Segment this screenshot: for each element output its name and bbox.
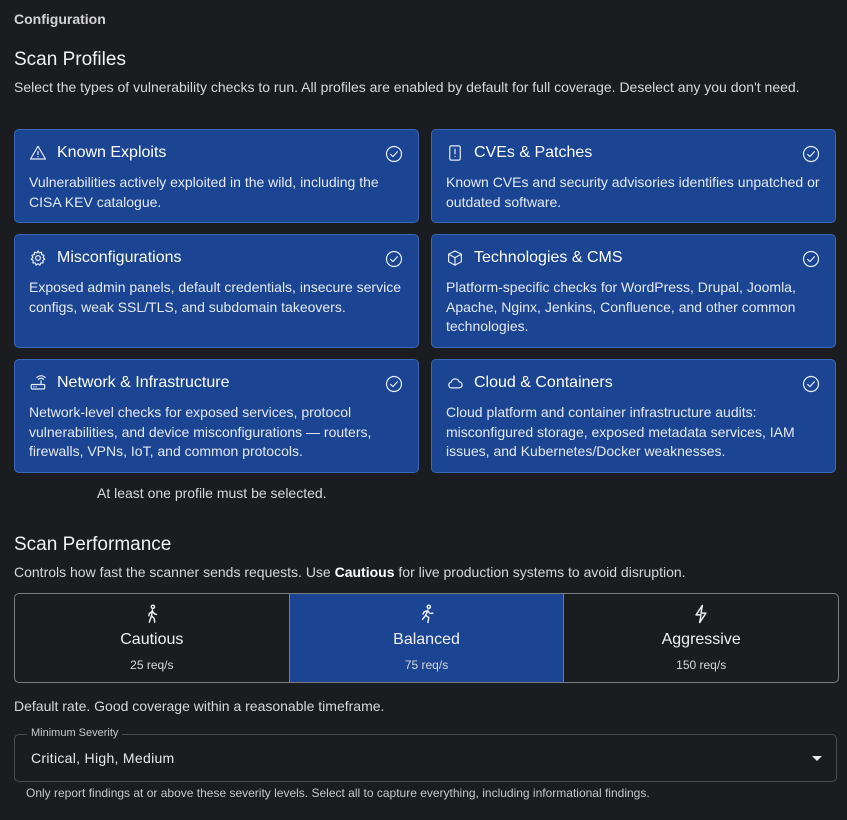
speed-description: Default rate. Good coverage within a rea… (14, 698, 385, 714)
profile-card-misconfigurations[interactable]: Misconfigurations Exposed admin panels, … (14, 234, 419, 348)
scan-performance-description: Controls how fast the scanner sends requ… (14, 564, 686, 580)
minimum-severity-value: Critical, High, Medium (31, 750, 175, 766)
profile-card-description: Network-level checks for exposed service… (29, 404, 372, 459)
profile-card-title: Known Exploits (57, 144, 167, 161)
profile-card-description: Known CVEs and security advisories ident… (446, 174, 820, 210)
check-circle-icon (802, 375, 820, 393)
speed-option-rate: 75 req/s (404, 658, 449, 672)
check-circle-icon (802, 250, 820, 268)
profile-card-known-exploits[interactable]: Known Exploits Vulnerabilities actively … (14, 129, 419, 223)
minimum-severity-help: Only report findings at or above these s… (26, 786, 650, 800)
check-circle-icon (385, 375, 403, 393)
profile-card-description: Vulnerabilities actively exploited in th… (29, 174, 379, 210)
speed-option-label: Cautious (120, 631, 184, 648)
router-icon (29, 374, 47, 392)
profile-card-title: Misconfigurations (57, 249, 182, 266)
check-circle-icon (385, 250, 403, 268)
profile-card-title: Network & Infrastructure (57, 374, 230, 391)
profile-card-description: Platform-specific checks for WordPress, … (446, 279, 796, 334)
check-circle-icon (385, 145, 403, 163)
profile-card-description: Exposed admin panels, default credential… (29, 279, 401, 315)
speed-option-label: Aggressive (661, 631, 741, 648)
speed-option-rate: 150 req/s (676, 658, 727, 672)
minimum-severity-label: Minimum Severity (27, 727, 123, 739)
speed-option-label: Balanced (393, 631, 460, 648)
profile-card-network-infrastructure[interactable]: Network & Infrastructure Network-level c… (14, 359, 419, 473)
profile-selection-hint: At least one profile must be selected. (97, 485, 327, 501)
speed-option-cautious[interactable]: Cautious 25 req/s (15, 594, 289, 682)
warning-triangle-icon (29, 144, 47, 162)
check-circle-icon (802, 145, 820, 163)
profile-card-title: CVEs & Patches (474, 144, 593, 161)
scan-profiles-description: Select the types of vulnerability checks… (14, 79, 800, 95)
scan-profiles-title: Scan Profiles (14, 49, 126, 70)
cube-icon (446, 249, 464, 267)
running-person-icon (418, 604, 436, 624)
scan-performance-title: Scan Performance (14, 534, 172, 555)
profile-card-cloud-containers[interactable]: Cloud & Containers Cloud platform and co… (431, 359, 836, 473)
speed-option-rate: 25 req/s (130, 658, 174, 672)
speed-option-aggressive[interactable]: Aggressive 150 req/s (563, 594, 838, 682)
lightning-bolt-icon (692, 604, 710, 624)
profile-card-title: Cloud & Containers (474, 374, 613, 391)
page-header: Configuration (14, 11, 106, 27)
alert-document-icon (446, 144, 464, 162)
profile-card-technologies-cms[interactable]: Technologies & CMS Platform-specific che… (431, 234, 836, 348)
profile-card-description: Cloud platform and container infrastruct… (446, 404, 795, 459)
profile-card-title: Technologies & CMS (474, 249, 623, 266)
cautious-emphasis: Cautious (334, 564, 395, 580)
scan-speed-selector: Cautious 25 req/s Balanced 75 req/s Aggr… (14, 593, 839, 683)
dropdown-caret-icon (812, 756, 822, 761)
profile-card-cves-patches[interactable]: CVEs & Patches Known CVEs and security a… (431, 129, 836, 223)
cloud-icon (446, 374, 464, 392)
gear-icon (29, 249, 47, 267)
speed-option-balanced[interactable]: Balanced 75 req/s (288, 594, 564, 682)
walking-person-icon (143, 604, 161, 624)
minimum-severity-select[interactable]: Minimum Severity Critical, High, Medium (14, 727, 837, 782)
